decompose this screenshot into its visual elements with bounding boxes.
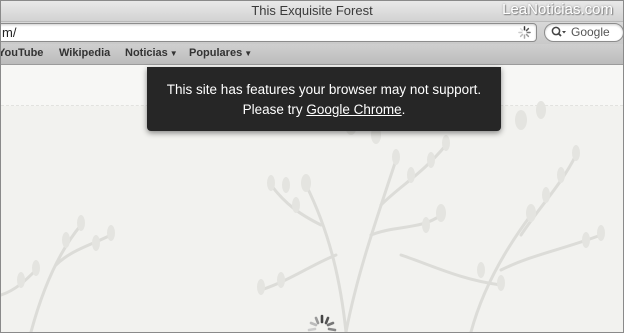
address-bar-text[interactable]: m/: [2, 25, 16, 40]
watermark-text: LeaNoticias.com: [502, 1, 613, 18]
notice-suggestion: Please try Google Chrome.: [147, 102, 501, 117]
notice-prefix: Please try: [242, 102, 307, 117]
address-bar[interactable]: m/: [1, 23, 537, 42]
notice-message: This site has features your browser may …: [166, 82, 482, 97]
browser-support-notice: This site has features your browser may …: [147, 67, 501, 131]
bookmark-populares-menu[interactable]: Populares ▼: [189, 47, 252, 59]
search-placeholder: Google: [571, 25, 610, 39]
bookmark-label: Wikipedia: [59, 47, 111, 59]
title-bar: This Exquisite Forest LeaNoticias.com: [1, 1, 623, 22]
bookmarks-bar: YouTube Wikipedia Noticias ▼ Populares ▼: [1, 44, 623, 65]
bookmark-wikipedia[interactable]: Wikipedia: [59, 47, 110, 59]
loading-spinner-icon: [518, 26, 531, 39]
google-chrome-link[interactable]: Google Chrome: [306, 102, 401, 117]
browser-window: This Exquisite Forest LeaNoticias.com m/: [0, 0, 624, 333]
page-loading-spinner-icon: [307, 314, 337, 332]
search-magnifier-icon[interactable]: [551, 26, 567, 38]
bookmark-label: Noticias: [125, 47, 168, 59]
bookmark-youtube[interactable]: YouTube: [0, 47, 44, 59]
triangle-down-icon: ▼: [169, 49, 178, 58]
toolbar: m/ Google: [1, 22, 623, 44]
bookmark-label: YouTube: [0, 47, 44, 59]
triangle-down-icon: ▼: [244, 49, 253, 58]
search-field[interactable]: Google: [544, 23, 623, 42]
bookmark-noticias-menu[interactable]: Noticias ▼: [125, 47, 178, 59]
bookmark-label: Populares: [189, 47, 243, 59]
notice-suffix: .: [401, 102, 406, 117]
